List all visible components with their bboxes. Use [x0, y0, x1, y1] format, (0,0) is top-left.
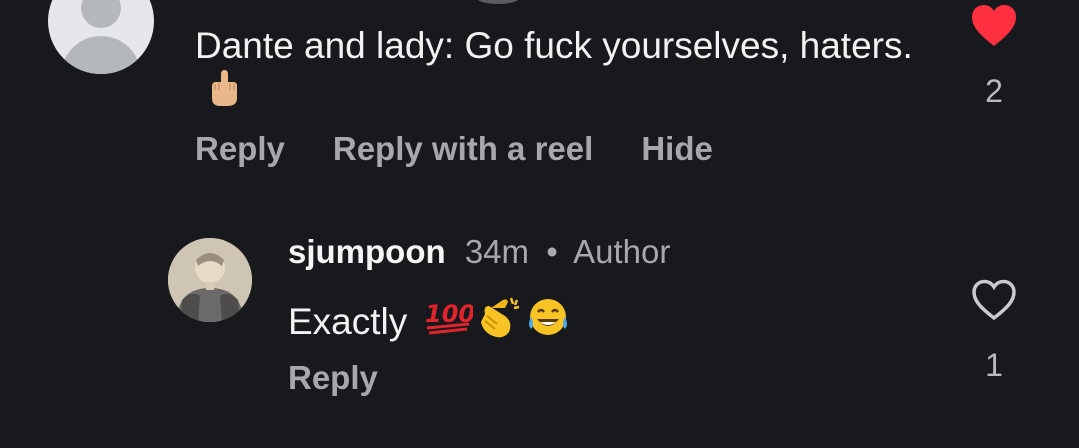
like-count: 2	[985, 73, 1003, 109]
comment-actions: Reply Reply with a reel Hide	[195, 130, 713, 168]
comments-panel: Dante and lady: Go fuck yourselves, hate…	[0, 0, 1079, 448]
timestamp: 34m	[464, 233, 530, 270]
reply-body: Exactly	[288, 300, 408, 342]
reply-header: sjumpoon 34m • Author	[288, 233, 670, 271]
avatar[interactable]	[48, 0, 154, 74]
reply-text: Exactly 100	[288, 294, 571, 349]
tears-of-joy-icon	[525, 295, 571, 348]
middle-finger-icon	[207, 68, 241, 118]
reply-button[interactable]: Reply	[288, 359, 378, 397]
like-group: 1	[969, 278, 1019, 384]
reply-with-reel-button[interactable]: Reply with a reel	[333, 130, 593, 168]
separator-dot: •	[546, 233, 558, 270]
username[interactable]: sjumpoon	[288, 233, 446, 270]
reply-button[interactable]: Reply	[195, 130, 285, 168]
avatar-body-shape	[61, 36, 141, 74]
heart-filled-icon[interactable]	[970, 4, 1018, 53]
comment-body: Dante and lady: Go fuck yourselves, hate…	[195, 25, 913, 66]
previous-avatar-edge	[478, 0, 518, 4]
hide-button[interactable]: Hide	[641, 130, 713, 168]
clapping-hands-icon	[475, 294, 523, 349]
author-badge: Author	[573, 233, 671, 270]
like-group: 2	[969, 4, 1019, 110]
emoji-group: 100	[423, 294, 571, 349]
comment-text: Dante and lady: Go fuck yourselves, hate…	[195, 24, 915, 118]
heart-outline-icon[interactable]	[970, 278, 1018, 327]
user-avatar[interactable]	[168, 238, 252, 322]
reply-actions: Reply	[288, 359, 378, 397]
like-count: 1	[985, 347, 1003, 383]
avatar-head-shape	[81, 0, 121, 28]
hundred-points-icon: 100	[423, 298, 475, 345]
